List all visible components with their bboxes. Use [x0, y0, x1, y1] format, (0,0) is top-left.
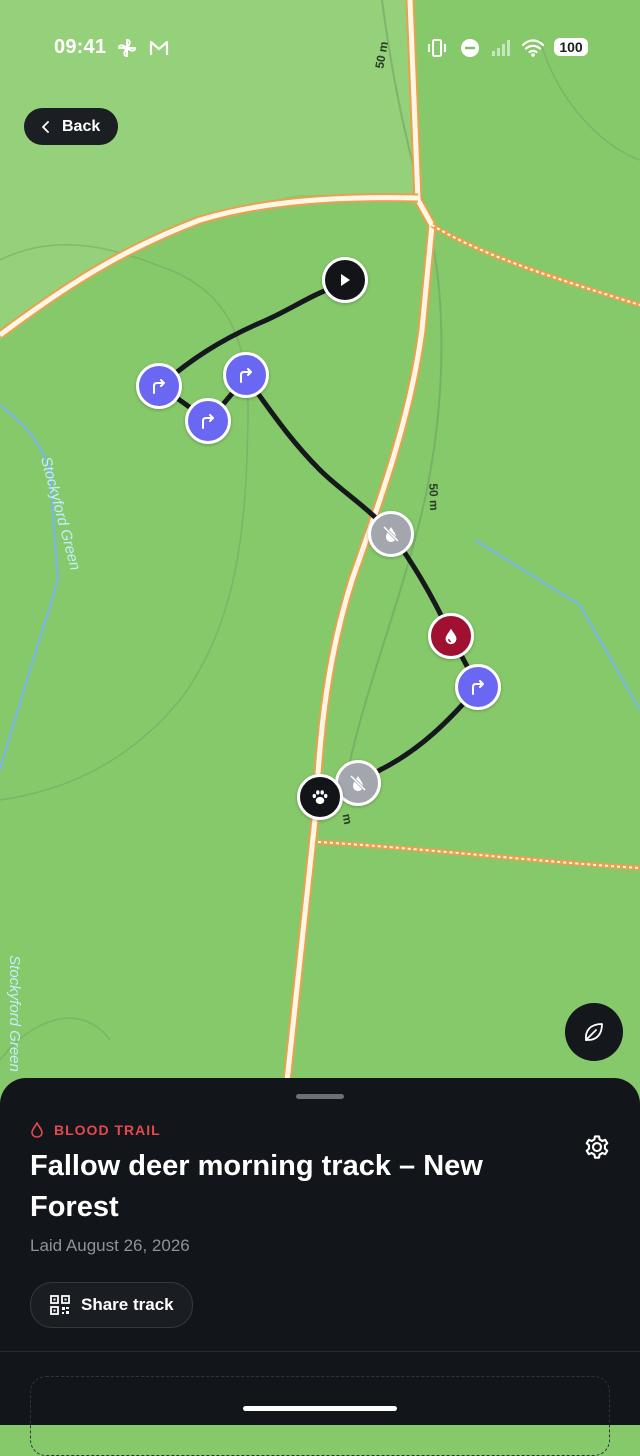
dnd-icon: [461, 39, 479, 57]
status-bar: 09:41 100: [0, 0, 640, 96]
back-label: Back: [62, 117, 101, 135]
vibrate-icon: [428, 39, 446, 57]
turn-right-icon: [240, 368, 252, 383]
map-view[interactable]: [0, 0, 640, 1100]
paw-icon: [312, 790, 328, 805]
dashed-placeholder-card: [30, 1376, 610, 1456]
gmail-icon: [149, 40, 169, 55]
divider: [0, 1351, 640, 1352]
turn-marker[interactable]: [185, 398, 231, 444]
track-end-marker[interactable]: [297, 774, 343, 820]
no-blood-icon: [382, 525, 400, 543]
share-track-label: Share track: [81, 1295, 174, 1314]
qr-code-icon: [50, 1295, 70, 1315]
wifi-icon: [521, 39, 545, 57]
status-time: 09:41: [54, 36, 107, 58]
play-icon: [341, 274, 350, 286]
back-button[interactable]: Back: [24, 108, 119, 145]
place-label: Stockyford Green: [5, 955, 23, 1072]
map-layer-button[interactable]: [565, 1003, 623, 1061]
track-start-marker[interactable]: [322, 257, 368, 303]
track-details-sheet: BLOOD TRAIL Fallow deer morning track – …: [0, 1078, 640, 1456]
turn-marker[interactable]: [455, 664, 501, 710]
pinwheel-icon: [117, 38, 137, 58]
share-track-button[interactable]: Share track: [30, 1282, 193, 1328]
signal-icon: [492, 40, 510, 56]
sheet-grabber[interactable]: [296, 1094, 344, 1099]
blood-drop-icon: [445, 628, 457, 645]
home-indicator[interactable]: [243, 1406, 397, 1411]
track-type-label: BLOOD TRAIL: [30, 1122, 161, 1138]
turn-right-icon: [202, 414, 214, 429]
contour-label: 50 m: [426, 483, 442, 511]
blood-marker[interactable]: [428, 613, 474, 659]
turn-marker[interactable]: [136, 363, 182, 409]
no-blood-marker[interactable]: [368, 511, 414, 557]
track-title: Fallow deer morning track – New Forest: [30, 1150, 483, 1223]
battery-icon: 100: [554, 38, 588, 56]
chevron-left-icon: [42, 120, 49, 133]
no-blood-icon: [349, 774, 367, 792]
track-type-text: BLOOD TRAIL: [54, 1122, 161, 1138]
turn-marker[interactable]: [223, 352, 269, 398]
turn-right-icon: [153, 379, 165, 394]
leaf-icon: [585, 1023, 603, 1041]
blood-drop-icon: [31, 1122, 43, 1138]
gear-icon[interactable]: [582, 1132, 612, 1162]
turn-right-icon: [472, 680, 484, 695]
track-date: Laid August 26, 2026: [30, 1236, 190, 1255]
